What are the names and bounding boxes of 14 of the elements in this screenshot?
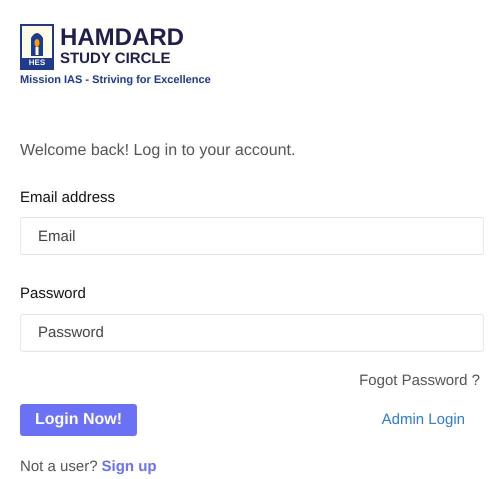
signup-prompt: Not a user?	[20, 457, 98, 477]
welcome-text: Welcome back! Log in to your account.	[20, 140, 296, 160]
login-button[interactable]: Login Now!	[20, 404, 137, 436]
input-field[interactable]: Email	[20, 217, 484, 255]
logo-tagline: Mission IAS - Striving for Excellence	[20, 73, 212, 88]
admin-login-link[interactable]: Admin Login	[382, 408, 480, 432]
input-field[interactable]: Password	[20, 314, 484, 352]
logo-icon: HES	[20, 24, 54, 70]
forgot-password-link[interactable]: Fogot Password ?	[359, 370, 480, 392]
field-label: Email address	[20, 188, 116, 208]
logo-subtitle: STUDY CIRCLE	[60, 50, 172, 68]
logo-title: HAMDARD	[60, 26, 184, 50]
field-label: Password	[20, 284, 87, 304]
signup-link[interactable]: Sign up	[102, 456, 157, 478]
